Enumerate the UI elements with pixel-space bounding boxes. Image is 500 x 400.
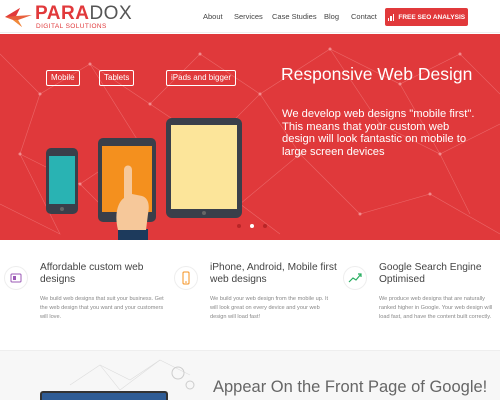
palette-icon — [4, 266, 28, 290]
logo-bird-icon — [5, 8, 32, 27]
feature-title: iPhone, Android, Mobile first web design… — [210, 262, 337, 285]
decorative-network — [69, 359, 195, 391]
laptop-illustration — [40, 391, 168, 400]
nav-services[interactable]: Services — [234, 12, 263, 21]
google-section: Appear On the Front Page of Google! — [0, 350, 500, 400]
feature-title: Google Search Engine Optimised — [379, 262, 482, 285]
features-section: Affordable custom web designs We build w… — [0, 240, 500, 350]
site-header: PARADOX DIGITAL SOLUTIONS About Services… — [0, 0, 500, 33]
chip-tablets: Tablets — [99, 70, 135, 86]
mobile-icon — [174, 266, 198, 290]
slider-dot-2[interactable] — [250, 224, 254, 228]
logo[interactable]: PARADOX DIGITAL SOLUTIONS — [4, 3, 132, 31]
ipad-device-icon — [166, 118, 242, 218]
section-title: Appear On the Front Page of Google! — [213, 378, 488, 396]
nav-blog[interactable]: Blog — [324, 12, 339, 21]
feature-text: We produce web designs that are naturall… — [379, 296, 493, 320]
slider-dot-1[interactable] — [237, 224, 241, 228]
trend-chart-icon — [343, 266, 367, 290]
nav-contact[interactable]: Contact — [351, 12, 377, 21]
feature-text: We build web designs that suit your busi… — [40, 296, 164, 320]
feature-text: We build your web design from the mobile… — [210, 296, 329, 320]
feature-title: Affordable custom web designs — [40, 262, 144, 285]
logo-wordmark: PARADOX — [35, 4, 132, 24]
logo-name-part1: PARA — [35, 3, 90, 24]
nav-about[interactable]: About — [203, 12, 223, 21]
devices-illustration — [46, 118, 242, 240]
free-seo-analysis-button[interactable]: FREE SEO ANALYSIS — [385, 8, 468, 26]
phone-device-icon — [46, 148, 78, 214]
slider-dots — [237, 224, 267, 228]
nav-case-studies[interactable]: Case Studies — [272, 12, 317, 21]
logo-name-part2: DOX — [89, 3, 133, 24]
logo-tagline: DIGITAL SOLUTIONS — [36, 23, 107, 30]
hero-title: Responsive Web Design — [281, 64, 473, 84]
hero-slider: Mobile Tablets iPads and bigger Responsi… — [0, 34, 500, 240]
chip-ipads: iPads and bigger — [166, 70, 237, 86]
bar-chart-icon — [387, 13, 395, 21]
slider-dot-3[interactable] — [263, 224, 267, 228]
cta-label: FREE SEO ANALYSIS — [398, 13, 466, 21]
chip-mobile: Mobile — [46, 70, 80, 86]
hero-description: We develop web designs "mobile first". T… — [282, 108, 475, 158]
